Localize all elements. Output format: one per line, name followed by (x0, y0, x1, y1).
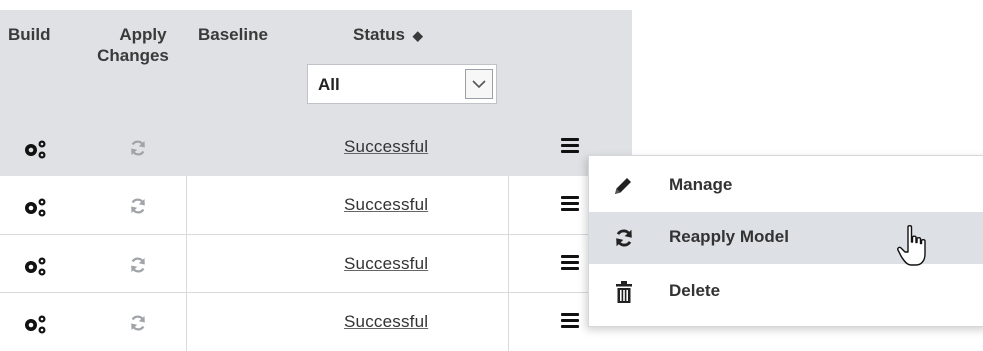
status-link[interactable]: Successful (344, 195, 428, 215)
gears-icon[interactable] (22, 255, 48, 277)
table-row: Successful (0, 234, 632, 293)
menu-item-label: Reapply Model (669, 227, 789, 246)
gears-icon[interactable] (22, 138, 48, 160)
menu-item-manage[interactable]: Manage (589, 160, 983, 212)
baseline-column-header: Baseline (198, 25, 268, 44)
status-column-header[interactable]: Status ◆ (353, 24, 423, 46)
table-row: Successful (0, 292, 632, 351)
hand-cursor-icon (897, 225, 926, 266)
chevron-down-icon[interactable] (465, 69, 493, 99)
status-link[interactable]: Successful (344, 137, 428, 157)
pencil-icon (615, 178, 631, 194)
table-header: Build Apply Changes Baseline Status ◆ Al… (0, 10, 632, 118)
row-menu-icon[interactable] (561, 138, 579, 154)
apply-changes-icon (131, 198, 145, 214)
row-menu-icon[interactable] (561, 255, 579, 271)
status-filter-select[interactable]: All (307, 64, 497, 104)
menu-item-label: Manage (669, 175, 733, 194)
refresh-icon (616, 229, 632, 247)
apply-changes-icon (131, 257, 145, 273)
table-row: Successful (0, 118, 632, 176)
apply-changes-line1: Apply (119, 25, 167, 44)
table-row: Successful (0, 176, 632, 234)
menu-item-label: Delete (669, 281, 721, 300)
apply-changes-line2: Changes (97, 46, 169, 65)
apply-changes-column-header: Apply Changes (97, 24, 188, 66)
status-link[interactable]: Successful (344, 312, 428, 332)
apply-changes-icon (131, 315, 145, 331)
build-column-header: Build (8, 25, 51, 44)
sort-icon[interactable]: ◆ (413, 28, 423, 43)
menu-item-delete[interactable]: Delete (589, 266, 983, 318)
row-menu-icon[interactable] (561, 196, 579, 212)
trash-icon (616, 281, 632, 303)
status-filter-value: All (318, 75, 340, 94)
status-header-label: Status (353, 25, 405, 44)
gears-icon[interactable] (22, 196, 48, 218)
row-menu-icon[interactable] (561, 313, 579, 329)
gears-icon[interactable] (22, 313, 48, 335)
status-link[interactable]: Successful (344, 254, 428, 274)
apply-changes-icon (131, 140, 145, 156)
